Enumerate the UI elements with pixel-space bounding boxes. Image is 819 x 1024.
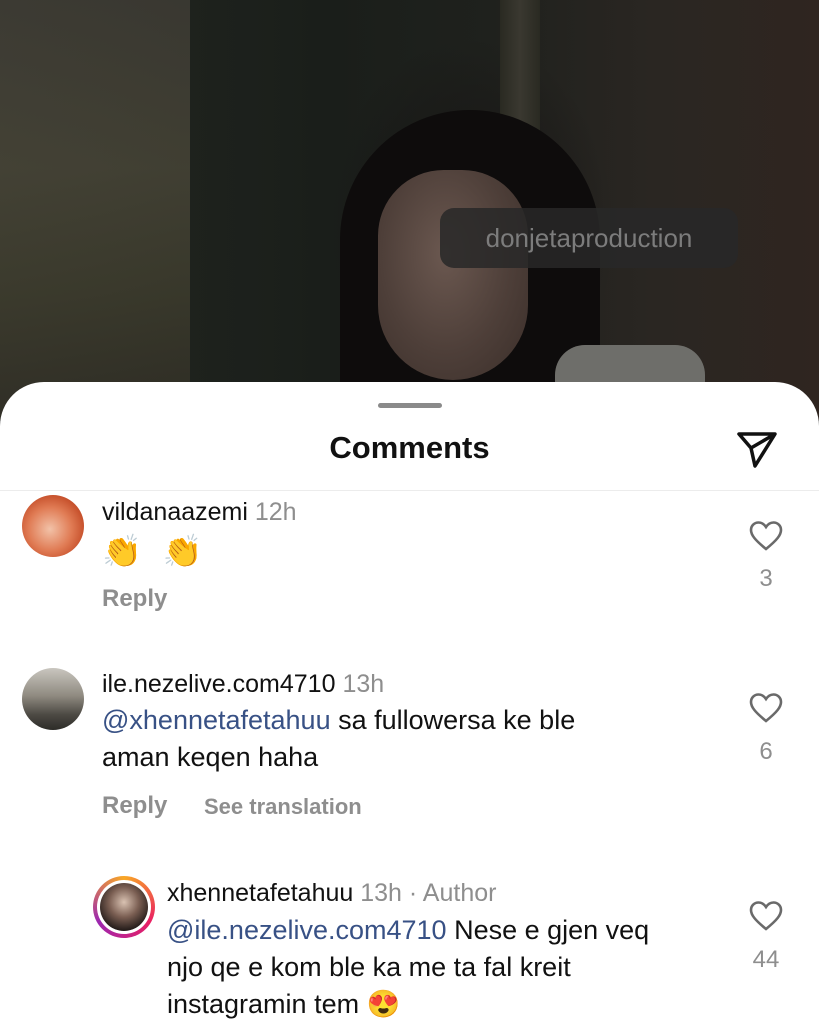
avatar[interactable] xyxy=(22,495,84,557)
comment-time: 13h xyxy=(360,879,402,907)
reply-button[interactable]: Reply xyxy=(102,792,167,820)
mention-link[interactable]: @xhennetafetahuu xyxy=(102,705,331,735)
avatar xyxy=(100,883,148,931)
like-button[interactable] xyxy=(747,692,785,724)
drag-handle[interactable] xyxy=(378,403,442,408)
comments-sheet: Comments vildanaazemi 12h 👏 👏 Reply 3 il… xyxy=(0,382,819,1024)
post-background-photo: donjetaproduction xyxy=(0,0,819,420)
avatar-story-ring[interactable] xyxy=(93,876,155,938)
like-count: 44 xyxy=(752,946,780,973)
like-button[interactable] xyxy=(747,900,785,932)
comment-username[interactable]: vildanaazemi 12h xyxy=(102,498,297,527)
heart-outline-icon xyxy=(749,521,783,551)
like-count: 3 xyxy=(759,565,773,592)
comment-username[interactable]: ile.nezelive.com4710 13h xyxy=(102,670,384,699)
reply-button[interactable]: Reply xyxy=(102,585,167,613)
send-icon[interactable] xyxy=(733,426,781,474)
comment-text: @xhennetafetahuu sa fullowersa ke ble am… xyxy=(102,705,576,772)
tree-trunk xyxy=(0,0,190,420)
comment-time: 12h xyxy=(254,498,297,526)
heart-outline-icon xyxy=(749,693,783,723)
see-translation-button[interactable]: See translation xyxy=(204,794,362,820)
comment-username[interactable]: xhennetafetahuu 13h · Author xyxy=(167,879,496,908)
sheet-title: Comments xyxy=(329,430,490,465)
comment-text: @ile.nezelive.com4710 Nese e gjen veq nj… xyxy=(167,915,650,1019)
like-count: 6 xyxy=(759,738,773,765)
user-tag[interactable]: donjetaproduction xyxy=(440,208,738,268)
divider xyxy=(0,490,819,491)
mention-link[interactable]: @ile.nezelive.com4710 xyxy=(167,915,447,945)
like-button[interactable] xyxy=(747,520,785,552)
avatar[interactable] xyxy=(22,668,84,730)
heart-outline-icon xyxy=(749,901,783,931)
comment-text: 👏 👏 xyxy=(102,533,209,569)
author-badge: · Author xyxy=(408,879,497,907)
comment-time: 13h xyxy=(342,670,385,698)
person-face xyxy=(378,170,528,380)
